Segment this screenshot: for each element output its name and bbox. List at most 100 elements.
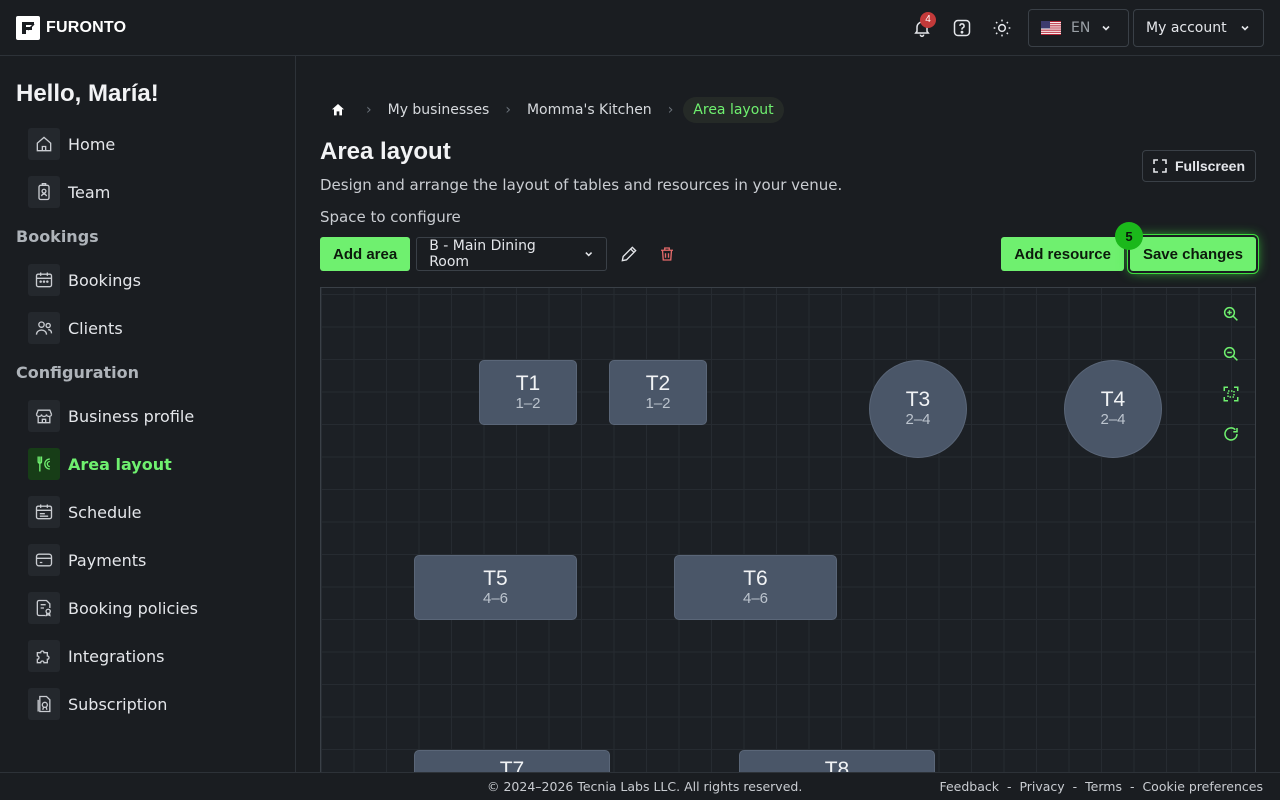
pending-changes-badge: 5 — [1114, 222, 1143, 250]
area-select[interactable]: B - Main Dining Room — [416, 237, 608, 271]
footer: © 2024–2026 Tecnia Labs LLC. All rights … — [0, 772, 1280, 800]
footer-separator: - — [1002, 779, 1016, 794]
table-capacity: 2–4 — [905, 411, 931, 428]
sidebar-item-payments[interactable]: Payments — [16, 536, 279, 584]
sidebar-item-label: Subscription — [68, 694, 168, 714]
footer-link-terms[interactable]: Terms — [1085, 779, 1122, 794]
table-capacity: 1–2 — [645, 394, 671, 412]
copyright: © 2024–2026 Tecnia Labs LLC. All rights … — [487, 779, 803, 794]
table-t2[interactable]: T2 1–2 — [609, 360, 707, 425]
area-select-value: B - Main Dining Room — [429, 238, 536, 270]
credit-card-icon — [28, 544, 60, 576]
sidebar-item-business-profile[interactable]: Business profile — [16, 392, 279, 440]
space-label: Space to configure — [320, 208, 461, 226]
page-subtitle: Design and arrange the layout of tables … — [320, 176, 843, 194]
help-button[interactable] — [944, 10, 980, 46]
account-menu-button[interactable]: My account — [1133, 8, 1264, 47]
breadcrumb-home[interactable] — [320, 96, 356, 124]
sidebar-item-team[interactable]: Team — [16, 168, 279, 216]
language-selector[interactable]: EN — [1028, 8, 1129, 47]
sidebar-item-label: Team — [68, 182, 111, 202]
table-t1[interactable]: T1 1–2 — [479, 360, 577, 425]
policy-icon — [28, 592, 60, 624]
refresh-icon — [1224, 427, 1238, 441]
sidebar-item-label: Business profile — [68, 406, 195, 426]
zoom-in-button[interactable] — [1219, 302, 1243, 326]
sidebar-item-area-layout[interactable]: Area layout — [16, 440, 279, 488]
sidebar-item-home[interactable]: Home — [16, 120, 279, 168]
main-content: › My businesses › Momma's Kitchen › Area… — [296, 56, 1280, 772]
sidebar-item-clients[interactable]: Clients — [16, 304, 279, 352]
storefront-icon — [28, 400, 60, 432]
sidebar-item-subscription[interactable]: Subscription — [16, 680, 279, 728]
table-t7[interactable]: T7 — [414, 750, 610, 772]
schedule-icon — [28, 496, 60, 528]
table-t5[interactable]: T5 4–6 — [414, 555, 577, 620]
footer-link-feedback[interactable]: Feedback — [939, 779, 999, 794]
subscription-icon — [28, 688, 60, 720]
zoom-out-button[interactable] — [1219, 342, 1243, 366]
table-t3[interactable]: T3 2–4 — [869, 360, 967, 458]
table-capacity: 4–6 — [742, 589, 769, 607]
section-heading-bookings: Bookings — [16, 226, 99, 246]
fullscreen-label: Fullscreen — [1174, 158, 1245, 174]
sidebar-item-label: Bookings — [68, 270, 141, 290]
language-code: EN — [1071, 19, 1091, 36]
sidebar-item-integrations[interactable]: Integrations — [16, 632, 279, 680]
chevron-down-icon — [1102, 25, 1110, 31]
pencil-icon — [621, 246, 637, 262]
footer-links: Feedback - Privacy - Terms - Cookie pref… — [939, 779, 1263, 794]
brand-logo[interactable]: FURONTO — [16, 15, 127, 40]
add-area-button[interactable]: Add area — [320, 237, 411, 271]
table-name: T1 — [515, 371, 541, 395]
table-t4[interactable]: T4 2–4 — [1064, 360, 1162, 458]
reset-view-button[interactable] — [1219, 422, 1243, 446]
table-name: T5 — [483, 566, 508, 590]
footer-separator: - — [1068, 779, 1082, 794]
account-label: My account — [1146, 19, 1227, 36]
edit-area-button[interactable] — [613, 238, 645, 270]
sidebar-item-bookings[interactable]: Bookings — [16, 256, 279, 304]
breadcrumb: › My businesses › Momma's Kitchen › Area… — [320, 96, 1256, 124]
chevron-right-icon: › — [366, 102, 372, 118]
home-icon — [332, 104, 344, 116]
save-changes-button[interactable]: Save changes — [1129, 237, 1256, 271]
chevron-down-icon — [585, 252, 592, 257]
home-icon — [28, 128, 60, 160]
table-t8[interactable]: T8 — [739, 750, 935, 772]
table-name: T8 — [824, 758, 850, 773]
chevron-right-icon: › — [505, 102, 511, 118]
fullscreen-button[interactable]: Fullscreen — [1141, 150, 1256, 182]
sidebar-item-label: Booking policies — [68, 598, 198, 618]
layout-canvas[interactable]: T1 1–2 T2 1–2 T3 2–4 T4 2–4 T5 4–6 T6 4–… — [320, 287, 1256, 772]
sidebar-item-label: Area layout — [68, 454, 172, 474]
greeting: Hello, María! — [16, 80, 159, 107]
fit-to-screen-button[interactable] — [1219, 382, 1243, 406]
table-name: T4 — [1100, 388, 1126, 411]
sidebar-item-label: Payments — [68, 550, 147, 570]
notifications-button[interactable]: 4 — [904, 10, 940, 46]
table-name: T2 — [645, 371, 671, 395]
delete-area-button[interactable] — [651, 238, 683, 270]
theme-toggle-button[interactable] — [984, 10, 1020, 46]
table-t6[interactable]: T6 4–6 — [674, 555, 837, 620]
sidebar-item-label: Home — [68, 134, 116, 154]
section-heading-configuration: Configuration — [16, 362, 140, 382]
help-icon — [953, 19, 971, 36]
footer-separator: - — [1125, 779, 1139, 794]
table-capacity: 4–6 — [482, 589, 509, 607]
sidebar-item-booking-policies[interactable]: Booking policies — [16, 584, 279, 632]
breadcrumb-mommas-kitchen[interactable]: Momma's Kitchen — [521, 102, 658, 118]
breadcrumb-my-businesses[interactable]: My businesses — [382, 102, 496, 118]
fit-screen-icon — [1223, 386, 1239, 402]
zoom-out-icon — [1223, 346, 1238, 361]
footer-link-cookie-preferences[interactable]: Cookie preferences — [1142, 779, 1263, 794]
add-resource-button[interactable]: Add resource — [1001, 237, 1124, 271]
sun-icon — [993, 19, 1011, 36]
puzzle-icon — [28, 640, 60, 672]
brand-name: FURONTO — [46, 18, 127, 36]
sidebar-item-schedule[interactable]: Schedule — [16, 488, 279, 536]
expand-icon — [1153, 159, 1167, 173]
footer-link-privacy[interactable]: Privacy — [1019, 779, 1064, 794]
table-name: T7 — [499, 758, 525, 773]
